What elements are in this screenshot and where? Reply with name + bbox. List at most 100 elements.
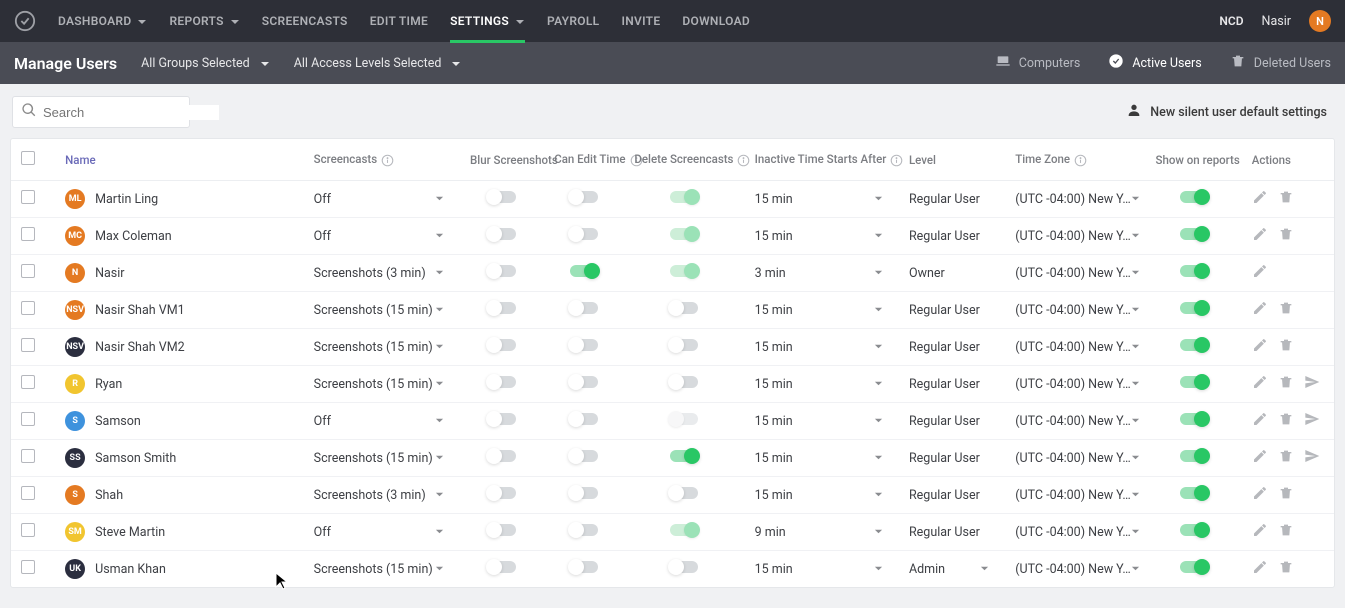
timezone-select[interactable]: (UTC -04:00) New Y…: [1015, 266, 1135, 281]
checkbox[interactable]: [21, 449, 35, 463]
row-checkbox-cell[interactable]: [11, 181, 55, 218]
show-on-reports-toggle[interactable]: [1180, 413, 1208, 425]
row-checkbox-cell[interactable]: [11, 366, 55, 403]
timezone-select[interactable]: (UTC -04:00) New Y…: [1015, 414, 1135, 429]
user-name-cell[interactable]: SMSteve Martin: [65, 522, 294, 542]
current-user-name[interactable]: Nasir: [1262, 14, 1291, 29]
row-checkbox-cell[interactable]: [11, 218, 55, 255]
col-header-name[interactable]: Name: [55, 139, 304, 181]
checkbox[interactable]: [21, 375, 35, 389]
delete-screencasts-toggle[interactable]: [670, 191, 698, 203]
blur-toggle[interactable]: [488, 228, 516, 240]
inactive-select[interactable]: 15 min: [755, 414, 889, 429]
blur-toggle[interactable]: [488, 450, 516, 462]
show-on-reports-toggle[interactable]: [1180, 561, 1208, 573]
edit-icon[interactable]: [1252, 448, 1268, 468]
delete-screencasts-toggle[interactable]: [670, 339, 698, 351]
show-on-reports-toggle[interactable]: [1180, 376, 1208, 388]
delete-screencasts-toggle[interactable]: [670, 561, 698, 573]
edit-icon[interactable]: [1252, 522, 1268, 542]
checkbox[interactable]: [21, 338, 35, 352]
nav-item-edit-time[interactable]: EDIT TIME: [370, 0, 428, 42]
user-name-cell[interactable]: SSamson: [65, 411, 294, 431]
edit-icon[interactable]: [1252, 300, 1268, 320]
screencasts-select[interactable]: Off: [314, 229, 450, 244]
blur-toggle[interactable]: [488, 524, 516, 536]
timezone-select[interactable]: (UTC -04:00) New Y…: [1015, 562, 1135, 577]
edit-time-toggle[interactable]: [570, 191, 598, 203]
user-name-cell[interactable]: SShah: [65, 485, 294, 505]
edit-icon[interactable]: [1252, 226, 1268, 246]
info-icon[interactable]: [381, 154, 394, 167]
show-on-reports-toggle[interactable]: [1180, 265, 1208, 277]
col-header-checkbox[interactable]: [11, 139, 55, 181]
delete-screencasts-toggle[interactable]: [670, 524, 698, 536]
screencasts-select[interactable]: Screenshots (15 min): [314, 377, 450, 392]
inactive-select[interactable]: 15 min: [755, 229, 889, 244]
edit-time-toggle[interactable]: [570, 265, 598, 277]
current-user-avatar[interactable]: N: [1309, 10, 1331, 32]
checkbox[interactable]: [21, 227, 35, 241]
nav-item-settings[interactable]: SETTINGS: [450, 0, 525, 42]
checkbox[interactable]: [21, 523, 35, 537]
blur-toggle[interactable]: [488, 413, 516, 425]
view-tab-active-users[interactable]: Active Users: [1108, 53, 1201, 73]
send-icon[interactable]: [1304, 374, 1320, 394]
view-tab-deleted-users[interactable]: Deleted Users: [1230, 53, 1331, 73]
nav-item-payroll[interactable]: PAYROLL: [547, 0, 599, 42]
row-checkbox-cell[interactable]: [11, 514, 55, 551]
timezone-select[interactable]: (UTC -04:00) New Y…: [1015, 525, 1135, 540]
edit-time-toggle[interactable]: [570, 302, 598, 314]
screencasts-select[interactable]: Screenshots (3 min): [314, 488, 450, 503]
delete-screencasts-toggle[interactable]: [670, 265, 698, 277]
checkbox[interactable]: [21, 190, 35, 204]
blur-toggle[interactable]: [488, 339, 516, 351]
row-checkbox-cell[interactable]: [11, 440, 55, 477]
user-name-cell[interactable]: NSVNasir Shah VM1: [65, 300, 294, 320]
edit-time-toggle[interactable]: [570, 413, 598, 425]
user-name-cell[interactable]: RRyan: [65, 374, 294, 394]
checkbox[interactable]: [21, 560, 35, 574]
edit-time-toggle[interactable]: [570, 450, 598, 462]
default-settings-button[interactable]: New silent user default settings: [1126, 102, 1333, 122]
filter-groups-dropdown[interactable]: All Groups Selected: [141, 56, 270, 71]
show-on-reports-toggle[interactable]: [1180, 524, 1208, 536]
inactive-select[interactable]: 15 min: [755, 562, 889, 577]
delete-screencasts-toggle[interactable]: [670, 302, 698, 314]
edit-icon[interactable]: [1252, 337, 1268, 357]
send-icon[interactable]: [1304, 411, 1320, 431]
timezone-select[interactable]: (UTC -04:00) New Y…: [1015, 192, 1135, 207]
view-tab-computers[interactable]: Computers: [995, 53, 1081, 73]
trash-icon[interactable]: [1278, 226, 1294, 246]
blur-toggle[interactable]: [488, 191, 516, 203]
trash-icon[interactable]: [1278, 411, 1294, 431]
row-checkbox-cell[interactable]: [11, 403, 55, 440]
blur-toggle[interactable]: [488, 487, 516, 499]
edit-icon[interactable]: [1252, 411, 1268, 431]
timezone-select[interactable]: (UTC -04:00) New Y…: [1015, 377, 1135, 392]
blur-toggle[interactable]: [488, 561, 516, 573]
checkbox[interactable]: [21, 301, 35, 315]
user-name-cell[interactable]: MCMax Coleman: [65, 226, 294, 246]
timezone-select[interactable]: (UTC -04:00) New Y…: [1015, 340, 1135, 355]
edit-icon[interactable]: [1252, 559, 1268, 579]
row-checkbox-cell[interactable]: [11, 292, 55, 329]
trash-icon[interactable]: [1278, 189, 1294, 209]
blur-toggle[interactable]: [488, 376, 516, 388]
nav-item-download[interactable]: DOWNLOAD: [682, 0, 750, 42]
screencasts-select[interactable]: Off: [314, 414, 450, 429]
delete-screencasts-toggle[interactable]: [670, 487, 698, 499]
trash-icon[interactable]: [1278, 300, 1294, 320]
inactive-select[interactable]: 15 min: [755, 303, 889, 318]
screencasts-select[interactable]: Screenshots (15 min): [314, 562, 450, 577]
edit-time-toggle[interactable]: [570, 339, 598, 351]
timezone-select[interactable]: (UTC -04:00) New Y…: [1015, 229, 1135, 244]
show-on-reports-toggle[interactable]: [1180, 339, 1208, 351]
inactive-select[interactable]: 15 min: [755, 340, 889, 355]
edit-icon[interactable]: [1252, 263, 1268, 283]
delete-screencasts-toggle[interactable]: [670, 228, 698, 240]
edit-time-toggle[interactable]: [570, 487, 598, 499]
send-icon[interactable]: [1304, 448, 1320, 468]
screencasts-select[interactable]: Off: [314, 525, 450, 540]
inactive-select[interactable]: 15 min: [755, 192, 889, 207]
